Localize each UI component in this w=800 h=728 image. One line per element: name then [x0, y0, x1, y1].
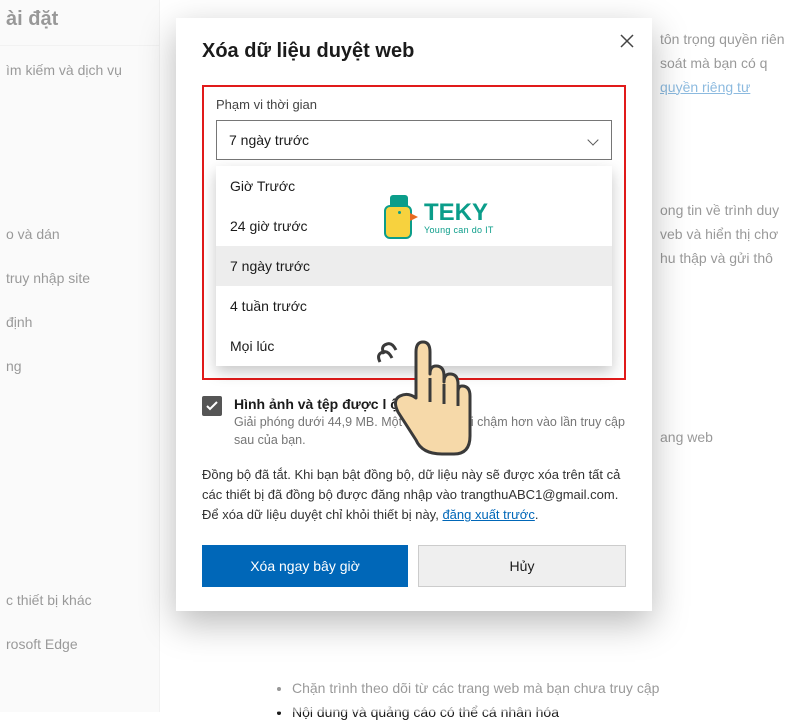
modal-title: Xóa dữ liệu duyệt web: [202, 40, 626, 63]
checkbox-description: Giải phóng dưới 44,9 MB. Một eb có thể t…: [234, 414, 626, 449]
dropdown-option[interactable]: Mọi lúc: [216, 326, 612, 366]
bird-icon: [380, 195, 418, 239]
clear-data-modal: Xóa dữ liệu duyệt web Phạm vi thời gian …: [176, 18, 652, 611]
logo-subtitle: Young can do IT: [424, 225, 494, 235]
time-range-select[interactable]: 7 ngày trước: [216, 120, 612, 160]
chevron-down-icon: [587, 134, 598, 145]
cached-images-row: Hình ảnh và tệp được l ộ đệm ẩn Giải phó…: [202, 396, 626, 449]
close-button[interactable]: [620, 34, 634, 53]
logo-text: TEKY: [424, 199, 494, 227]
dropdown-option[interactable]: 7 ngày trước: [216, 246, 612, 286]
checkbox-checked[interactable]: [202, 396, 222, 416]
sync-note: Đồng bộ đã tắt. Khi bạn bật đồng bộ, dữ …: [202, 465, 626, 525]
teky-logo: TEKY Young can do IT: [380, 195, 494, 239]
cancel-button[interactable]: Hủy: [418, 545, 626, 587]
sign-out-link[interactable]: đăng xuất trước: [442, 507, 534, 522]
check-icon: [206, 401, 218, 411]
time-range-label: Phạm vi thời gian: [216, 97, 612, 112]
dropdown-option[interactable]: 4 tuần trước: [216, 286, 612, 326]
select-value: 7 ngày trước: [229, 132, 309, 148]
close-icon: [620, 34, 634, 48]
checkbox-label: Hình ảnh và tệp được l ộ đệm ẩn: [234, 396, 626, 412]
clear-now-button[interactable]: Xóa ngay bây giờ: [202, 545, 408, 587]
